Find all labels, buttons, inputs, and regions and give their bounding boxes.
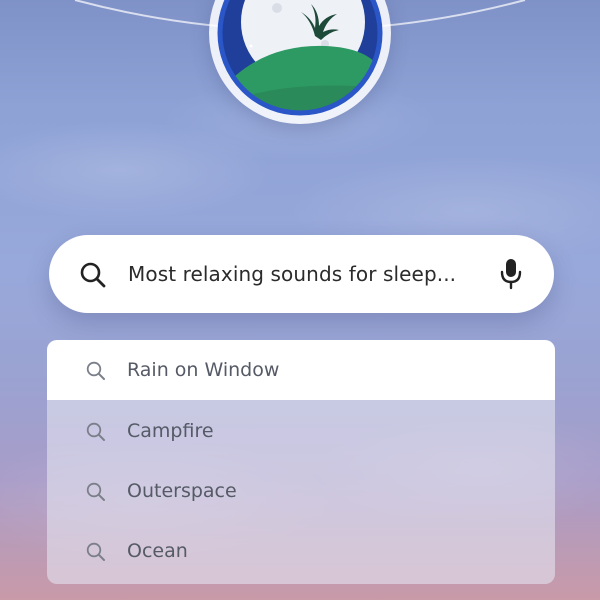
search-icon[interactable] <box>78 260 108 290</box>
app-logo <box>209 0 391 124</box>
search-icon <box>86 422 105 441</box>
search-input[interactable]: Most relaxing sounds for sleep... <box>128 258 456 290</box>
suggestions-dropdown: Rain on Window Campfire Outerspace Ocean <box>47 340 555 584</box>
suggestion-label: Ocean <box>127 540 188 562</box>
suggestion-item[interactable]: Campfire <box>47 401 555 461</box>
suggestion-item[interactable]: Outerspace <box>47 461 555 521</box>
suggestion-item[interactable]: Ocean <box>47 521 555 581</box>
suggestion-item[interactable]: Rain on Window <box>47 340 555 400</box>
microphone-icon[interactable] <box>498 257 524 291</box>
suggestion-label: Rain on Window <box>127 359 280 381</box>
search-icon <box>86 542 105 561</box>
search-icon <box>86 361 105 380</box>
search-icon <box>86 482 105 501</box>
suggestion-label: Outerspace <box>127 480 237 502</box>
suggestion-label: Campfire <box>127 420 214 442</box>
